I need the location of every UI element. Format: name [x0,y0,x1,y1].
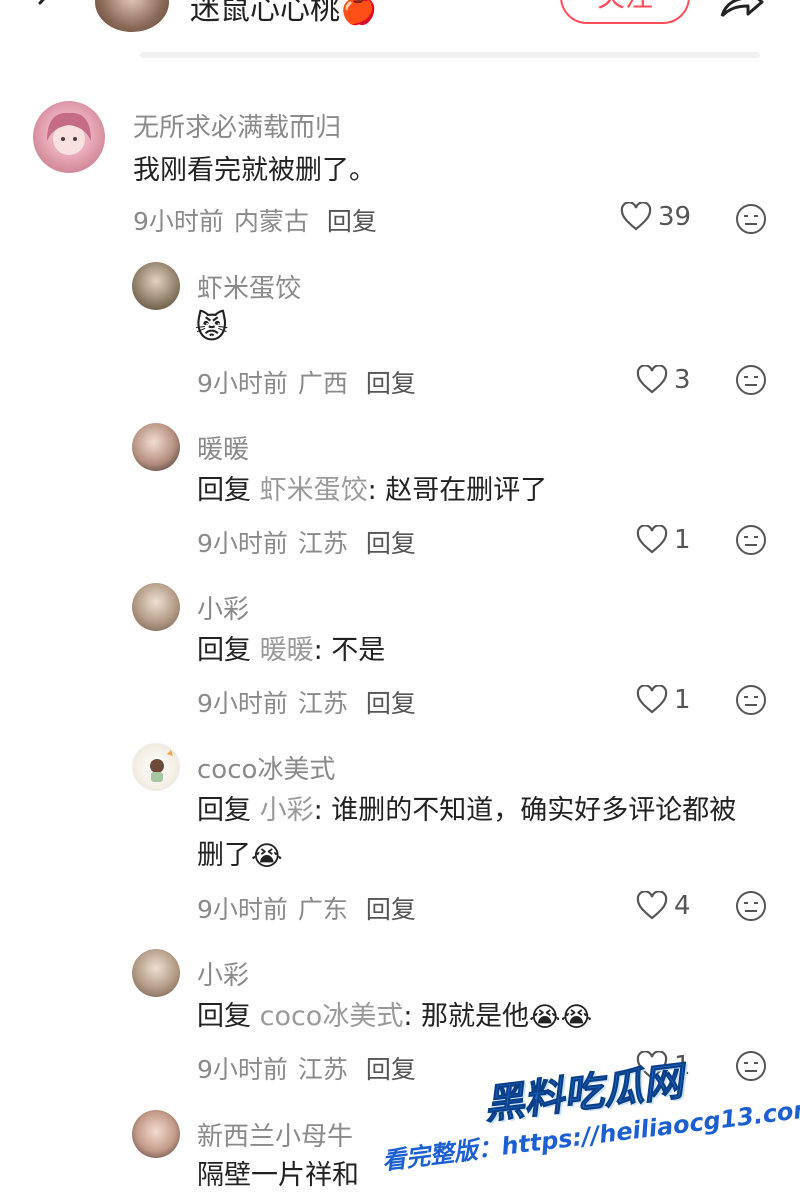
reply-target-user[interactable]: coco冰美式 [260,1001,404,1032]
dislike-face-icon[interactable] [735,524,767,556]
heart-icon [636,685,668,714]
reply-meta: 9小时前 江苏 回复 [197,524,416,560]
reply-username[interactable]: 暖暖 [197,429,249,466]
comment-text: 我刚看完就被删了。 [133,155,376,186]
follow-button[interactable]: 关注 [560,0,690,24]
heart-icon [636,891,668,920]
like-button[interactable]: 1 [636,685,691,715]
reply-meta: 9小时前 江苏 回复 [197,684,416,720]
reply-username[interactable]: 小彩 [197,589,249,626]
reply-button[interactable]: 回复 [327,207,377,236]
like-count: 3 [674,365,691,395]
reply-prefix: 回复 [197,1001,251,1032]
reply-prefix: 回复 [197,475,251,506]
watermark: 黑料吃瓜网 看完整版：https://heiliaocg13.com [373,1035,800,1200]
dislike-face-icon[interactable] [735,684,767,716]
reply-location: 江苏 [297,529,348,558]
dislike-face-icon[interactable] [735,203,767,235]
reply-prefix: 回复 [197,635,251,666]
reply-location: 广西 [297,369,348,398]
reply-text: 回复 coco冰美式: 那就是他😭😭 [197,995,592,1040]
reply-target-user[interactable]: 小彩 [260,795,314,826]
avatar[interactable] [132,423,180,471]
reply-target-user[interactable]: 暖暖 [260,635,314,666]
reply-username[interactable]: 小彩 [197,955,249,992]
reply-body: : 赵哥在删评了 [367,475,548,506]
crying-emoji: 😭😭 [529,1001,593,1033]
reply-location: 广东 [297,895,348,924]
comment-username[interactable]: 无所求必满载而归 [133,107,341,144]
share-icon[interactable] [718,0,764,18]
avatar[interactable] [132,262,180,310]
heart-icon [620,202,652,231]
heart-icon [636,365,668,394]
avatar[interactable] [132,949,180,997]
avatar-image-icon [150,750,173,782]
like-button[interactable]: 4 [636,891,691,921]
author-name: 迷鼠心心桃🍎 [190,0,378,27]
like-button[interactable]: 39 [620,202,691,232]
reply-button[interactable]: 回复 [366,529,416,558]
like-button[interactable]: 3 [636,365,691,395]
reply-target-user[interactable]: 虾米蛋饺 [260,475,368,506]
reply-text: 回复 虾米蛋饺: 赵哥在删评了 [197,469,547,513]
reply-time: 9小时前 [197,1055,288,1084]
comment-time: 9小时前 [133,207,224,236]
author-avatar[interactable] [95,0,169,32]
like-count: 1 [674,685,691,715]
reply-body: : 不是 [313,635,386,666]
comment-meta: 9小时前 内蒙古 回复 [133,202,377,238]
reply-button[interactable]: 回复 [366,895,416,924]
avatar[interactable] [132,743,180,791]
reply-location: 江苏 [297,1055,348,1084]
like-count: 4 [674,891,691,921]
reply-meta: 9小时前 江苏 回复 [197,1050,416,1086]
crying-emoji: 😭 [251,840,283,872]
reply-text: 隔壁一片祥和 [197,1160,359,1191]
avatar[interactable] [132,1110,180,1158]
back-arrow-icon[interactable] [30,0,64,20]
reply-time: 9小时前 [197,895,288,924]
reply-location: 江苏 [297,689,348,718]
avatar[interactable] [33,101,105,173]
reply-meta: 9小时前 广东 回复 [197,890,416,926]
reply-body: : 那就是他 [403,1001,530,1032]
reply-button[interactable]: 回复 [366,689,416,718]
dislike-face-icon[interactable] [735,364,767,396]
reply-prefix: 回复 [197,795,251,826]
reply-username[interactable]: coco冰美式 [197,749,335,786]
reply-text: 回复 暖暖: 不是 [197,629,385,673]
like-count: 1 [674,525,691,555]
reply-time: 9小时前 [197,369,288,398]
heart-icon [636,525,668,554]
reply-emoji: 😾 [195,308,229,346]
reply-button[interactable]: 回复 [366,1055,416,1084]
reply-button[interactable]: 回复 [366,369,416,398]
reply-username[interactable]: 新西兰小母牛 [197,1116,353,1153]
reply-body: : 谁删的不知道，确实好多评论都被 [313,795,737,826]
reply-body: 删了 [197,840,251,871]
avatar-image-icon [47,112,91,155]
like-count: 39 [658,202,692,232]
comment-location: 内蒙古 [233,207,309,236]
dislike-face-icon[interactable] [735,890,767,922]
reply-time: 9小时前 [197,689,288,718]
reply-username[interactable]: 虾米蛋饺 [197,268,301,305]
reply-time: 9小时前 [197,529,288,558]
avatar[interactable] [132,583,180,631]
top-bar: 迷鼠心心桃🍎 关注 [0,0,800,60]
like-button[interactable]: 1 [636,525,691,555]
divider [140,52,760,58]
reply-meta: 9小时前 广西 回复 [197,364,416,400]
reply-text: 回复 小彩: 谁删的不知道，确实好多评论都被 [197,789,736,833]
reply-text-line2: 删了😭 [197,834,283,879]
